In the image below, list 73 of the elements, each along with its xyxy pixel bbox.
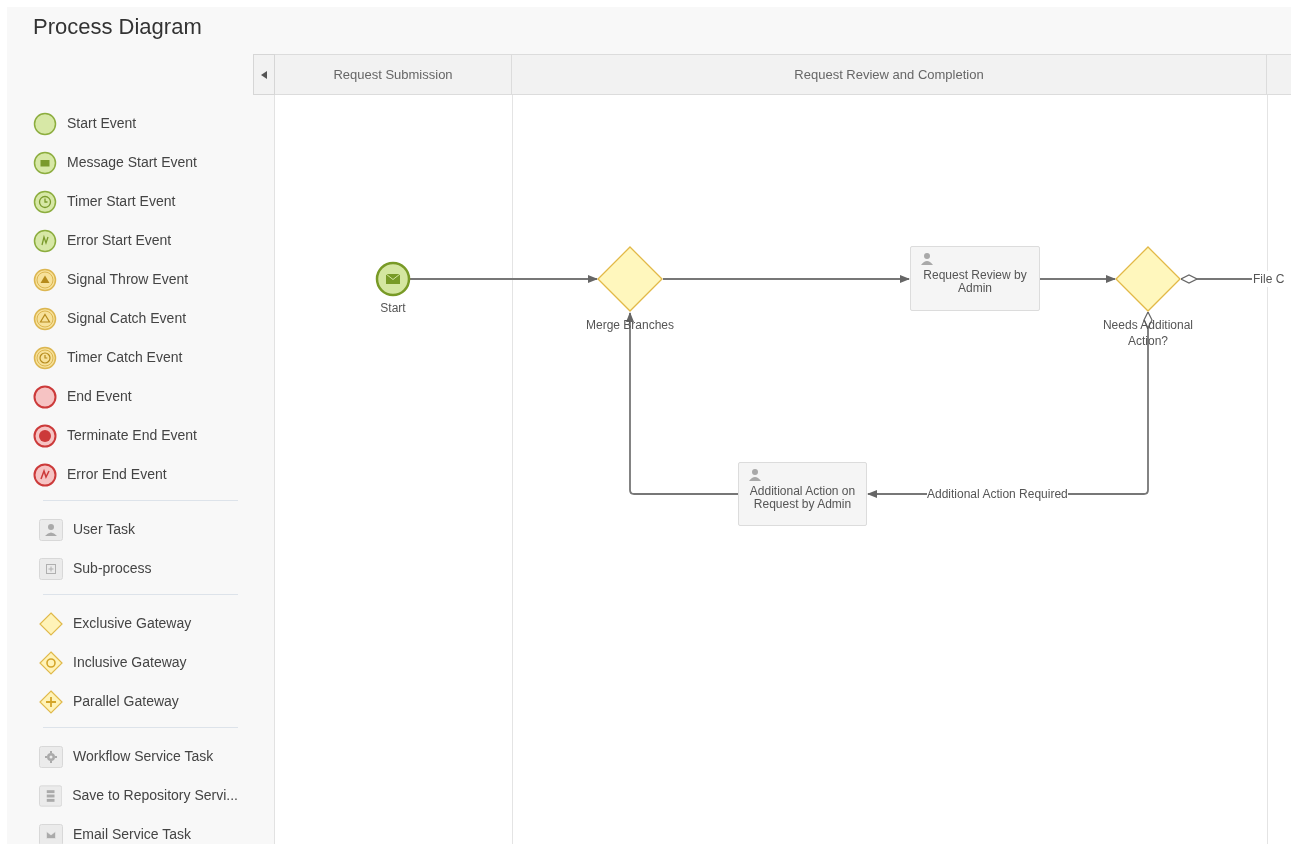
collapse-palette-button[interactable] xyxy=(253,54,275,95)
conditional-flow[interactable] xyxy=(1180,274,1253,284)
palette-item[interactable]: Save to Repository Servi... xyxy=(39,776,238,815)
palette-item-label: Inclusive Gateway xyxy=(73,653,187,672)
palette-item[interactable]: Workflow Service Task xyxy=(39,737,238,776)
end-icon xyxy=(33,384,57,409)
lane-header: Request Review and Completion xyxy=(512,55,1267,94)
user-icon xyxy=(920,252,934,266)
palette-item-label: User Task xyxy=(73,520,135,539)
task-label: Additional Action on Request by Admin xyxy=(748,485,857,511)
error-start-icon xyxy=(33,228,57,253)
timer-start-icon xyxy=(33,189,57,214)
sequence-flow[interactable] xyxy=(662,275,910,283)
terminate-end-icon xyxy=(33,423,57,448)
palette-item-label: Parallel Gateway xyxy=(73,692,179,711)
user-task-icon xyxy=(39,518,63,541)
palette-item[interactable]: End Event xyxy=(7,377,274,416)
palette-item[interactable]: Message Start Event xyxy=(7,143,274,182)
palette-item-label: Message Start Event xyxy=(67,153,197,172)
palette-item-label: End Event xyxy=(67,387,132,406)
inclusive-gateway-icon xyxy=(39,650,63,675)
palette-item[interactable]: Start Event xyxy=(7,104,274,143)
palette-item[interactable]: Sub-process xyxy=(39,549,238,588)
exclusive-gateway-icon xyxy=(39,611,63,636)
timer-catch-icon xyxy=(33,345,57,370)
palette-item-label: Exclusive Gateway xyxy=(73,614,192,633)
message-start-event[interactable] xyxy=(375,261,411,297)
palette-item-label: Email Service Task xyxy=(73,825,191,844)
repository-service-icon xyxy=(39,784,63,807)
palette-item-label: Start Event xyxy=(67,114,137,133)
palette-item-label: Workflow Service Task xyxy=(73,747,214,766)
subprocess-icon xyxy=(39,557,63,580)
user-task[interactable]: Request Review by Admin xyxy=(910,246,1040,311)
palette-item[interactable]: Error Start Event xyxy=(7,221,274,260)
flow-label: File C xyxy=(1253,271,1285,287)
palette-item[interactable]: Signal Catch Event xyxy=(7,299,274,338)
user-icon xyxy=(748,468,762,482)
palette-item-label: Signal Catch Event xyxy=(67,309,187,328)
palette-item[interactable]: Signal Throw Event xyxy=(7,260,274,299)
palette-item[interactable]: Email Service Task xyxy=(39,815,238,844)
palette-item[interactable]: Timer Start Event xyxy=(7,182,274,221)
page-title: Process Diagram xyxy=(33,13,202,41)
palette-item-label: Sub-process xyxy=(73,559,152,578)
signal-throw-icon xyxy=(33,267,57,292)
palette-item[interactable]: Exclusive Gateway xyxy=(39,604,238,643)
error-end-icon xyxy=(33,462,57,487)
palette-item[interactable]: Inclusive Gateway xyxy=(39,643,238,682)
signal-catch-icon xyxy=(33,306,57,331)
sequence-flow[interactable] xyxy=(626,312,739,495)
palette-item-label: Signal Throw Event xyxy=(67,270,189,289)
palette-item[interactable]: Timer Catch Event xyxy=(7,338,274,377)
caret-left-icon xyxy=(261,70,267,79)
palette-item-label: Timer Start Event xyxy=(67,192,176,211)
sequence-flow[interactable] xyxy=(408,275,598,283)
event-label: Start xyxy=(379,300,407,316)
palette-item-label: Error Start Event xyxy=(67,231,172,250)
palette-item[interactable]: Parallel Gateway xyxy=(39,682,238,721)
user-task[interactable]: Additional Action on Request by Admin xyxy=(738,462,867,526)
palette-item[interactable]: Terminate End Event xyxy=(7,416,274,455)
task-label: Request Review by Admin xyxy=(922,269,1028,295)
palette-item-label: Save to Repository Servi... xyxy=(72,786,238,805)
palette-item-label: Timer Catch Event xyxy=(67,348,183,367)
lane-header: Request Submission xyxy=(275,55,512,94)
palette-item[interactable]: User Task xyxy=(39,510,238,549)
message-start-icon xyxy=(33,150,57,175)
workflow-service-icon xyxy=(39,745,63,768)
sequence-flow[interactable] xyxy=(1039,275,1116,283)
flow-label: Additional Action Required xyxy=(927,486,1068,502)
palette-item-label: Error End Event xyxy=(67,465,167,484)
palette-item-label: Terminate End Event xyxy=(67,426,197,445)
palette-item[interactable]: Error End Event xyxy=(7,455,274,494)
start-icon xyxy=(33,111,57,136)
parallel-gateway-icon xyxy=(39,689,63,714)
